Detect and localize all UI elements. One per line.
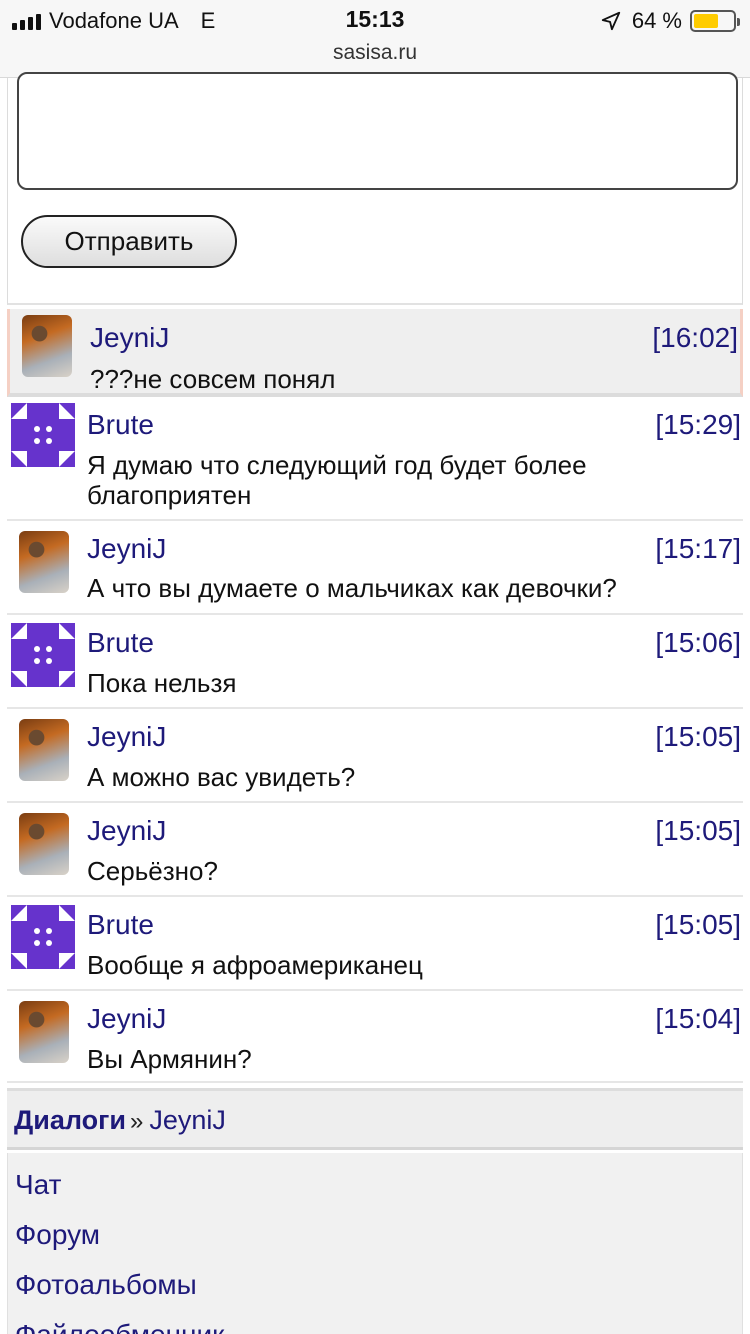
message-author-link[interactable]: JeyniJ <box>90 322 169 354</box>
nav-link-chat[interactable]: Чат <box>15 1169 61 1201</box>
battery-icon <box>690 10 740 32</box>
message-time: [15:29] <box>655 409 741 440</box>
message-item: JeyniJ [15:17] А что вы думаете о мальчи… <box>7 521 743 615</box>
message-item: Brute [15:06] Пока нельзя <box>7 615 743 709</box>
message-author-link[interactable]: JeyniJ <box>87 721 166 753</box>
avatar-jeynij[interactable] <box>22 315 72 377</box>
message-time: [15:17] <box>655 533 741 564</box>
battery-percent: 64 % <box>631 8 682 33</box>
message-author-link[interactable]: JeyniJ <box>87 815 166 847</box>
message-textarea[interactable] <box>17 72 738 190</box>
message-time: [16:02] <box>652 322 738 353</box>
nav-link-photoalbums[interactable]: Фотоальбомы <box>15 1269 197 1301</box>
avatar-jeynij[interactable] <box>19 719 69 781</box>
message-text: Серьёзно? <box>87 856 218 886</box>
message-author-link[interactable]: JeyniJ <box>87 533 166 565</box>
nav-link-forum[interactable]: Форум <box>15 1219 100 1251</box>
avatar-jeynij[interactable] <box>19 1001 69 1063</box>
location-arrow-icon <box>601 11 621 31</box>
message-text: А можно вас увидеть? <box>87 762 356 792</box>
message-author-link[interactable]: JeyniJ <box>87 1003 166 1035</box>
send-button[interactable]: Отправить <box>21 215 237 268</box>
message-author-link[interactable]: Brute <box>87 909 154 941</box>
avatar-jeynij[interactable] <box>19 813 69 875</box>
message-author-link[interactable]: Brute <box>87 409 154 441</box>
message-text: Вы Армянин? <box>87 1044 252 1074</box>
message-text: Вообще я афроамериканец <box>87 950 423 980</box>
nav-link-fileshare[interactable]: Файлообменник <box>15 1319 224 1334</box>
avatar-jeynij[interactable] <box>19 531 69 593</box>
message-item: JeyniJ [16:02] ???не совсем понял <box>7 309 743 397</box>
nav-menu: Чат Форум Фотоальбомы Файлообменник <box>7 1153 743 1334</box>
message-time: [15:04] <box>655 1003 741 1034</box>
status-bar: Vodafone UA E 15:13 sasisa.ru 64 % <box>0 0 750 78</box>
message-time: [15:05] <box>655 721 741 752</box>
message-item: Brute [15:05] Вообще я афроамериканец <box>7 897 743 991</box>
reply-form: Отправить <box>7 72 743 305</box>
message-time: [15:05] <box>655 815 741 846</box>
breadcrumb-dialogs-link[interactable]: Диалоги <box>14 1105 126 1135</box>
avatar-brute[interactable] <box>11 905 75 969</box>
message-text: А что вы думаете о мальчиках как девочки… <box>87 573 617 603</box>
breadcrumb-separator: » <box>129 1108 144 1135</box>
message-item: Brute [15:29] Я думаю что следующий год … <box>7 397 743 521</box>
message-item: JeyniJ [15:05] Серьёзно? <box>7 803 743 897</box>
battery-level <box>694 14 719 28</box>
message-author-link[interactable]: Brute <box>87 627 154 659</box>
message-time: [15:06] <box>655 627 741 658</box>
status-right: 64 % <box>600 8 740 34</box>
avatar-brute[interactable] <box>11 623 75 687</box>
message-text: ???не совсем понял <box>90 364 336 394</box>
breadcrumb-current: JeyniJ <box>149 1105 226 1135</box>
breadcrumb: Диалоги» JeyniJ <box>7 1088 743 1150</box>
message-text: Пока нельзя <box>87 668 237 698</box>
message-item: JeyniJ [15:04] Вы Армянин? <box>7 991 743 1083</box>
address-url[interactable]: sasisa.ru <box>0 41 750 65</box>
avatar-brute[interactable] <box>11 403 75 467</box>
message-time: [15:05] <box>655 909 741 940</box>
message-item: JeyniJ [15:05] А можно вас увидеть? <box>7 709 743 803</box>
message-text: Я думаю что следующий год будет более бл… <box>87 450 587 510</box>
message-list: JeyniJ [16:02] ???не совсем понял Brute … <box>7 309 743 1083</box>
